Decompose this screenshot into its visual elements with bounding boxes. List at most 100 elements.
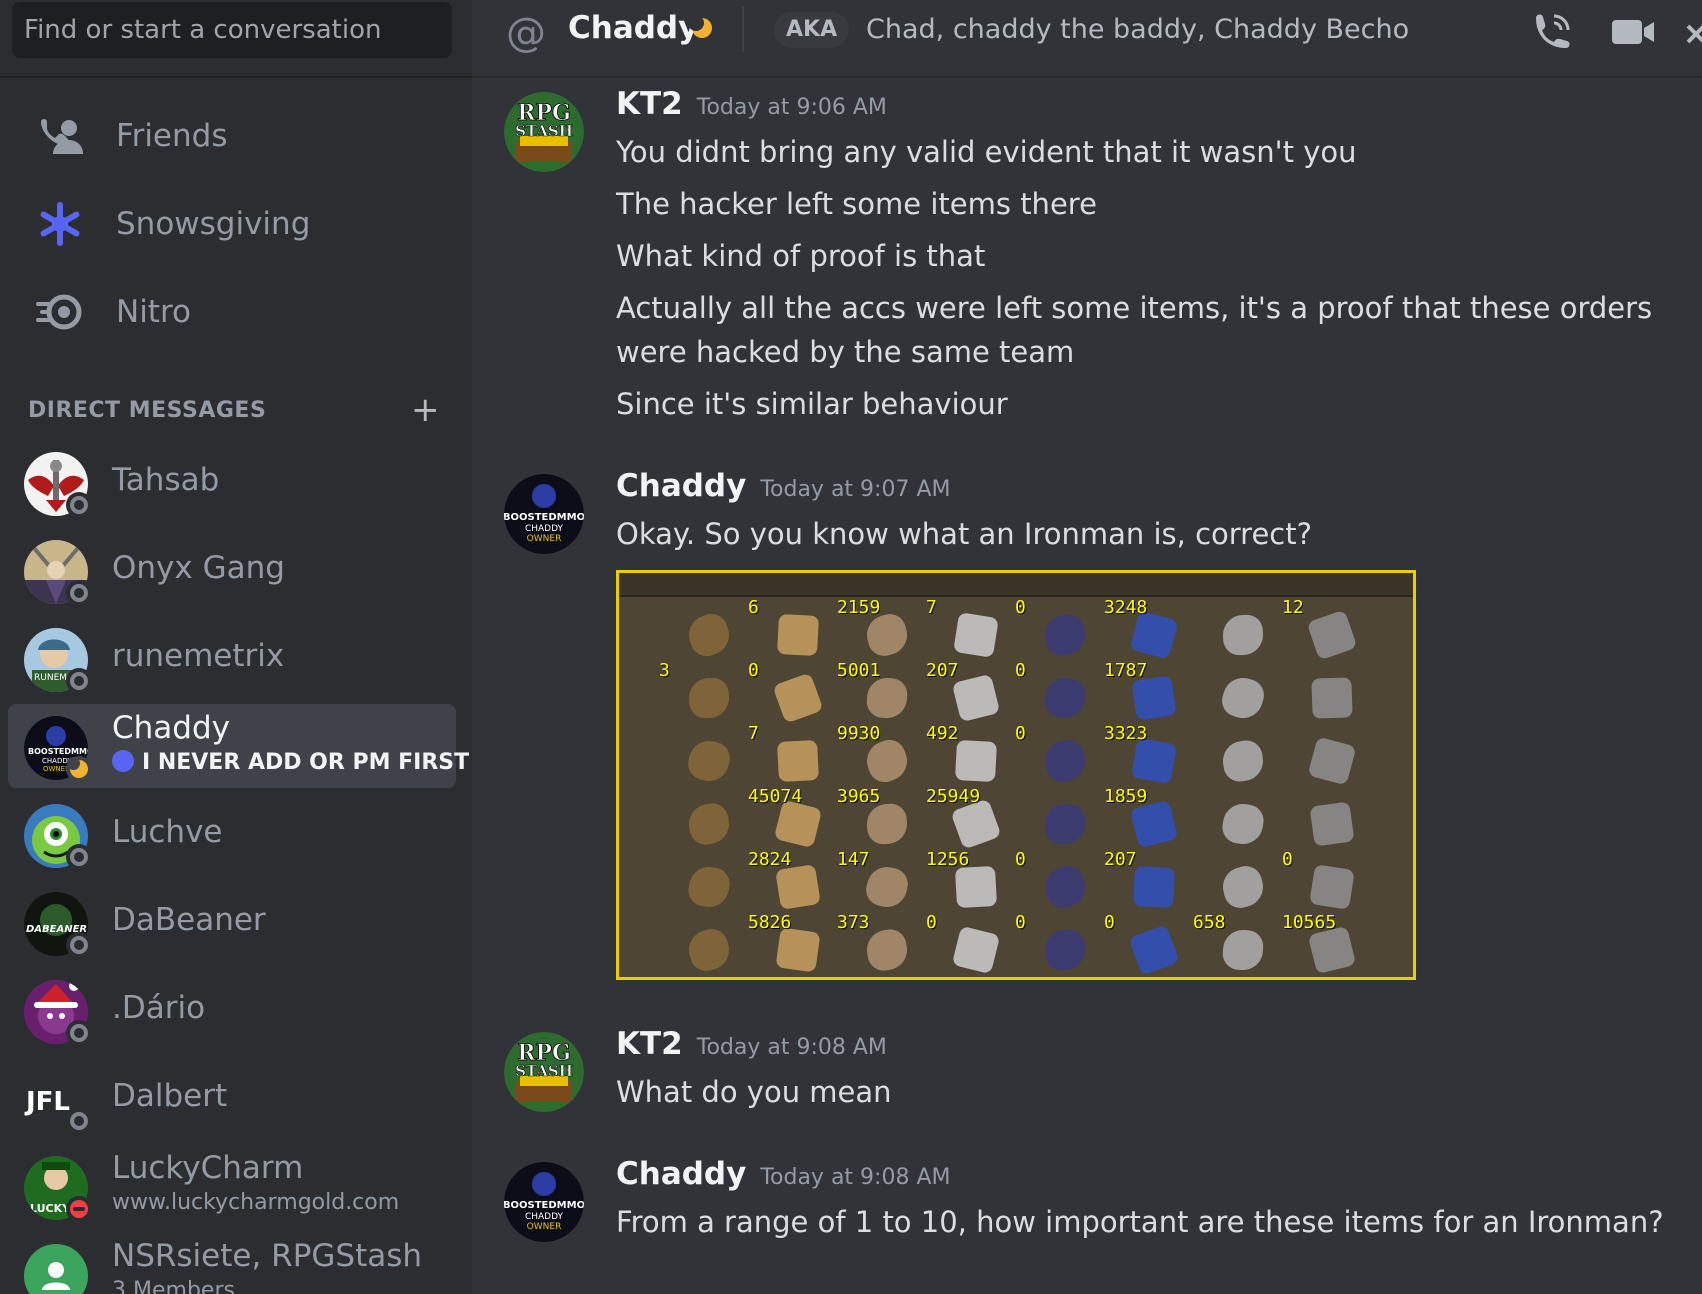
bank-item-slot (1193, 599, 1281, 661)
channel-name: Chaddy (568, 10, 699, 46)
avatar-rpg-stash[interactable]: RPG STASH (504, 1032, 584, 1112)
idle-moon-icon (688, 15, 714, 44)
bank-item-slot: 207 (926, 660, 1014, 724)
status-indicator (66, 844, 92, 870)
aka-badge: AKA (774, 12, 850, 48)
search-bar: Find or start a conversation (0, 0, 472, 78)
nitro-icon (32, 284, 88, 340)
dm-sidebar: Find or start a conversation Friends Sno… (0, 0, 472, 1294)
status-indicator-idle (66, 756, 92, 782)
dm-item-group[interactable]: NSRsiete, RPGStash 3 Members (8, 1232, 456, 1294)
message-author[interactable]: Chaddy Today at 9:07 AM (616, 468, 950, 504)
bank-item-slot: 207 (1104, 849, 1192, 913)
author-name: KT2 (616, 1026, 683, 1062)
bank-item-quantity: 3965 (837, 786, 881, 807)
bank-item-icon (951, 673, 1001, 723)
bank-item-icon (683, 609, 735, 661)
bank-item-slot: 5826 (748, 912, 836, 976)
svg-text:STASH: STASH (515, 122, 573, 140)
dm-item-chaddy[interactable]: BOOSTEDMMO CHADDY OWNER Chaddy I NEVER A… (8, 704, 472, 788)
bank-item-icon (954, 739, 998, 783)
bank-item-icon (684, 736, 734, 786)
bank-item-icon (865, 802, 909, 846)
svg-text:STASH: STASH (515, 1062, 573, 1080)
message-author[interactable]: Chaddy Today at 9:08 AM (616, 1156, 950, 1192)
bank-item-quantity: 0 (1015, 849, 1026, 870)
dm-item-runemetrix[interactable]: RUNEME runemetrix (8, 616, 456, 700)
bank-item-slot (1282, 662, 1370, 724)
avatar-boostedmmo[interactable]: BOOSTEDMMO CHADDY OWNER (504, 1162, 584, 1242)
bank-item-icon (773, 799, 823, 849)
bank-item-icon (1131, 738, 1177, 784)
dm-item-onyx-gang[interactable]: Onyx Gang (8, 528, 456, 612)
aka-names: Chad, chaddy the baddy, Chaddy Becho (866, 14, 1410, 45)
bank-item-slot: 0 (1015, 912, 1103, 976)
bank-item-quantity: 3323 (1104, 723, 1148, 744)
bank-item-icon (862, 862, 912, 912)
bank-item-icon (1221, 928, 1265, 972)
bank-tabs (619, 573, 1413, 597)
bank-item-icon (1311, 677, 1353, 719)
bank-item-icon (776, 739, 820, 783)
dm-name: Onyx Gang (112, 550, 285, 586)
image-attachment[interactable]: 6 2159 7 0 3248 12 3 0 5001 207 0 1787 7 9930 492 0 3323… (616, 570, 1416, 980)
bank-item-slot (1282, 725, 1370, 787)
bank-item-icon (865, 676, 909, 720)
message-author[interactable]: KT2 Today at 9:06 AM (616, 86, 887, 122)
search-input[interactable]: Find or start a conversation (12, 2, 452, 58)
message-timestamp: Today at 9:08 AM (696, 1035, 887, 1060)
start-video-call-icon[interactable] (1610, 10, 1656, 58)
status-emoji-icon (112, 750, 134, 772)
bank-item-slot: 0 (1015, 723, 1103, 787)
pinned-messages-icon[interactable] (1684, 10, 1702, 58)
bank-item-slot: 0 (748, 660, 836, 724)
svg-text:OWNER: OWNER (527, 534, 562, 544)
bank-item-quantity: 5826 (748, 912, 792, 933)
friends-icon (32, 108, 88, 164)
create-dm-button[interactable]: + (411, 393, 440, 427)
author-name: Chaddy (616, 1156, 747, 1192)
bank-item-quantity: 1859 (1104, 786, 1148, 807)
bank-item-icon (1129, 799, 1179, 849)
at-icon: @ (506, 10, 546, 56)
message-author[interactable]: KT2 Today at 9:08 AM (616, 1026, 887, 1062)
bank-item-icon (864, 927, 910, 973)
dm-name: runemetrix (112, 638, 285, 674)
bank-item-slot: 12 (1282, 597, 1370, 661)
bank-item-quantity: 0 (1104, 912, 1115, 933)
start-voice-call-icon[interactable] (1530, 10, 1574, 58)
bank-item-icon (1307, 925, 1357, 975)
svg-text:BOOSTEDMMO: BOOSTEDMMO (504, 1200, 584, 1211)
message-text: Actually all the accs were left some ite… (616, 291, 1653, 369)
bank-item-quantity: 3248 (1104, 597, 1148, 618)
dm-item-dabeaner[interactable]: DABEANER DaBeaner (8, 880, 456, 964)
bank-item-slot: 373 (837, 912, 925, 976)
channel-header: @ Chaddy AKA Chad, chaddy the baddy, Cha… (472, 0, 1702, 78)
bank-item-icon (1222, 614, 1264, 656)
nav-snowsgiving-label: Snowsgiving (116, 206, 311, 242)
message-text: Since it's similar behaviour (616, 387, 1008, 421)
avatar-rpg-stash[interactable]: RPG STASH (504, 92, 584, 172)
nav-snowsgiving[interactable]: Snowsgiving (8, 186, 456, 262)
bank-item-icon (1309, 801, 1355, 847)
bank-item-slot (1193, 851, 1281, 913)
status-indicator (66, 580, 92, 606)
bank-item-icon (954, 865, 998, 909)
bank-item-quantity: 658 (1193, 912, 1226, 933)
dm-item-dario[interactable]: .Dário (8, 968, 456, 1052)
bank-item-quantity: 373 (837, 912, 870, 933)
bank-item-icon (862, 610, 912, 660)
svg-text:CHADDY: CHADDY (525, 524, 564, 534)
bank-item-icon (686, 864, 732, 910)
message-text: Okay. So you know what an Ironman is, co… (616, 517, 1313, 551)
bank-item-slot (1193, 662, 1281, 724)
dm-item-luchve[interactable]: Luchve (8, 792, 456, 876)
dm-item-tahsab[interactable]: Tahsab (8, 440, 456, 524)
avatar-boostedmmo[interactable]: BOOSTEDMMO CHADDY OWNER (504, 474, 584, 554)
bank-item-icon (951, 925, 1001, 975)
dm-item-dalbert[interactable]: JFL Dalbert (8, 1056, 456, 1140)
nav-friends[interactable]: Friends (8, 98, 456, 174)
message-timestamp: Today at 9:06 AM (696, 95, 887, 120)
nav-nitro[interactable]: Nitro (8, 274, 456, 350)
dm-item-luckycharm[interactable]: LUCKY CHAR LuckyCharm www.luckycharmgold… (8, 1144, 456, 1228)
